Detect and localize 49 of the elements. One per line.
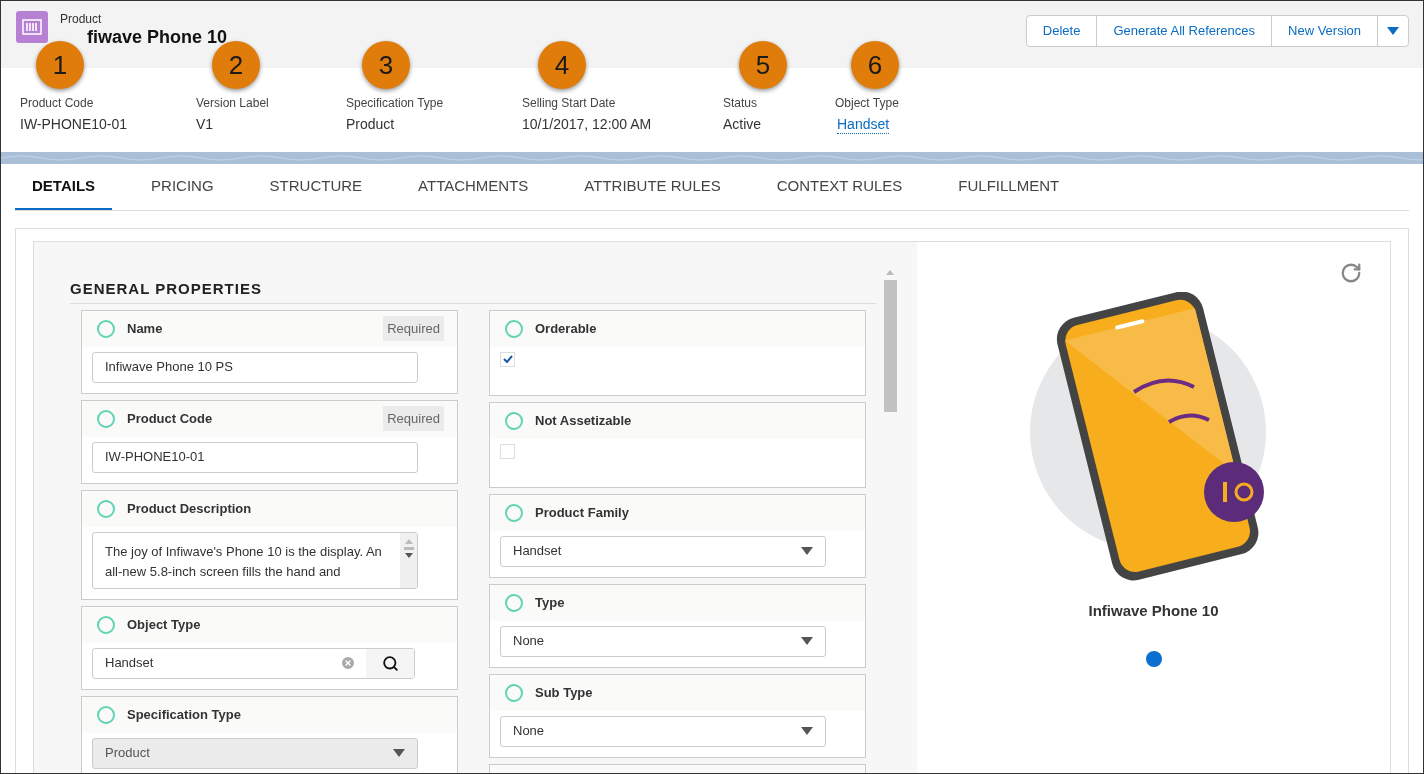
field-label: Object Type <box>835 95 900 111</box>
field-label: Status <box>723 95 759 111</box>
section-title: GENERAL PROPERTIES <box>70 278 876 304</box>
field-value: Product <box>346 116 396 133</box>
callout-badge: 6 <box>851 41 899 89</box>
callout-badge: 5 <box>739 41 787 89</box>
text-field[interactable]: IW-PHONE10-01 <box>92 441 418 473</box>
tab[interactable]: CONTEXT RULES <box>759 164 920 210</box>
field-label: Product Description <box>127 499 252 518</box>
product-caption: Infiwave Phone 10 <box>1088 601 1219 621</box>
action-button[interactable]: Delete <box>1026 16 1098 46</box>
required-badge: Required <box>383 315 444 342</box>
field-label: Product Code <box>20 95 95 111</box>
callout-badge: 1 <box>36 41 84 89</box>
field-value: Active <box>723 116 763 133</box>
text-field[interactable]: Infiwave Phone 10 PS <box>92 351 418 383</box>
field-label: Selling Start Date <box>522 95 617 111</box>
field-label: Type <box>535 593 565 612</box>
object-label: Product <box>60 11 103 27</box>
field-value: IW-PHONE10-01 <box>20 116 129 133</box>
tab[interactable]: FULFILLMENT <box>941 164 1077 210</box>
tab[interactable]: STRUCTURE <box>252 164 380 210</box>
tab[interactable]: PRICING <box>134 164 231 210</box>
field-label: Specification Type <box>346 95 445 111</box>
field-label: Product Family <box>535 503 629 522</box>
field-label: Version Label <box>196 95 270 111</box>
tab[interactable]: ATTACHMENTS <box>401 164 546 210</box>
field-label: Name <box>127 319 163 338</box>
textarea-field[interactable]: The joy of Infiwave's Phone 10 is the display. An all-new 5.8-inch screen fills the hand and <box>92 531 418 589</box>
callout-badge: 4 <box>538 41 586 89</box>
field-label: Orderable <box>535 319 597 338</box>
select-field[interactable]: None <box>500 715 826 747</box>
tab[interactable]: ATTRIBUTE RULES <box>567 164 738 210</box>
select-field[interactable]: Handset <box>500 535 826 567</box>
field-label: Product Code <box>127 409 213 428</box>
object-type-link[interactable]: Handset <box>837 116 890 134</box>
required-badge: Required <box>383 405 444 432</box>
field-label: Sub Type <box>535 683 593 702</box>
action-button[interactable]: Generate All References <box>1097 16 1272 46</box>
action-button[interactable]: New Version <box>1272 16 1378 46</box>
tab[interactable]: DETAILS <box>15 164 113 210</box>
field-label: Specification Type <box>127 705 241 724</box>
field-label: Not Assetizable <box>535 411 632 430</box>
field-value: 10/1/2017, 12:00 AM <box>522 116 653 133</box>
field-value: V1 <box>196 116 215 133</box>
callout-badge: 3 <box>362 41 410 89</box>
field-label: Object Type <box>127 615 201 634</box>
lookup-field[interactable]: Handset <box>92 647 415 679</box>
select-field[interactable]: None <box>500 625 826 657</box>
